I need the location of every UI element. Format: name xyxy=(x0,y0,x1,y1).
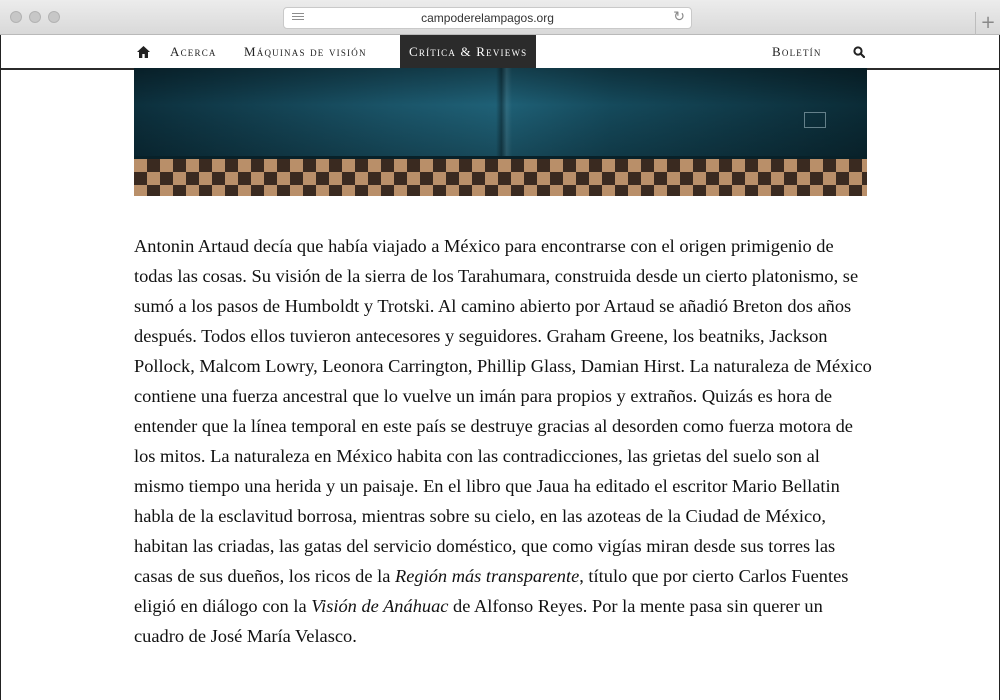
hero-checkered-floor xyxy=(134,159,867,196)
nav-item-acerca[interactable]: Acerca xyxy=(170,35,217,68)
close-window-button[interactable] xyxy=(10,11,22,23)
browser-titlebar: campoderelampagos.org ↻ + xyxy=(0,0,1000,35)
minimize-window-button[interactable] xyxy=(29,11,41,23)
article-text-1: Antonin Artaud decía que había viajado a… xyxy=(134,236,872,586)
nav-item-maquinas-de-vision[interactable]: Máquinas de visión xyxy=(244,35,367,68)
article-hero-image xyxy=(134,68,867,196)
reload-icon[interactable]: ↻ xyxy=(673,9,685,25)
zoom-window-button[interactable] xyxy=(48,11,60,23)
home-icon[interactable] xyxy=(137,45,150,63)
hero-wall-plate xyxy=(804,112,826,128)
nav-item-boletin[interactable]: Boletín xyxy=(772,35,822,68)
site-nav: Acerca Máquinas de visión Crítica & Revi… xyxy=(1,35,999,70)
address-bar[interactable]: campoderelampagos.org ↻ xyxy=(283,7,692,29)
new-tab-button[interactable]: + xyxy=(975,12,1000,35)
article-body: Antonin Artaud decía que había viajado a… xyxy=(134,231,874,651)
page-viewport: Acerca Máquinas de visión Crítica & Revi… xyxy=(0,35,1000,700)
nav-item-critica-reviews[interactable]: Crítica & Reviews xyxy=(400,35,537,68)
url-text[interactable]: campoderelampagos.org xyxy=(284,11,691,25)
search-icon[interactable] xyxy=(853,45,866,63)
book-title-vision: Visión de Anáhuac xyxy=(311,596,449,616)
book-title-region: Región más transparente xyxy=(395,566,580,586)
article-paragraph: Antonin Artaud decía que había viajado a… xyxy=(134,231,874,651)
